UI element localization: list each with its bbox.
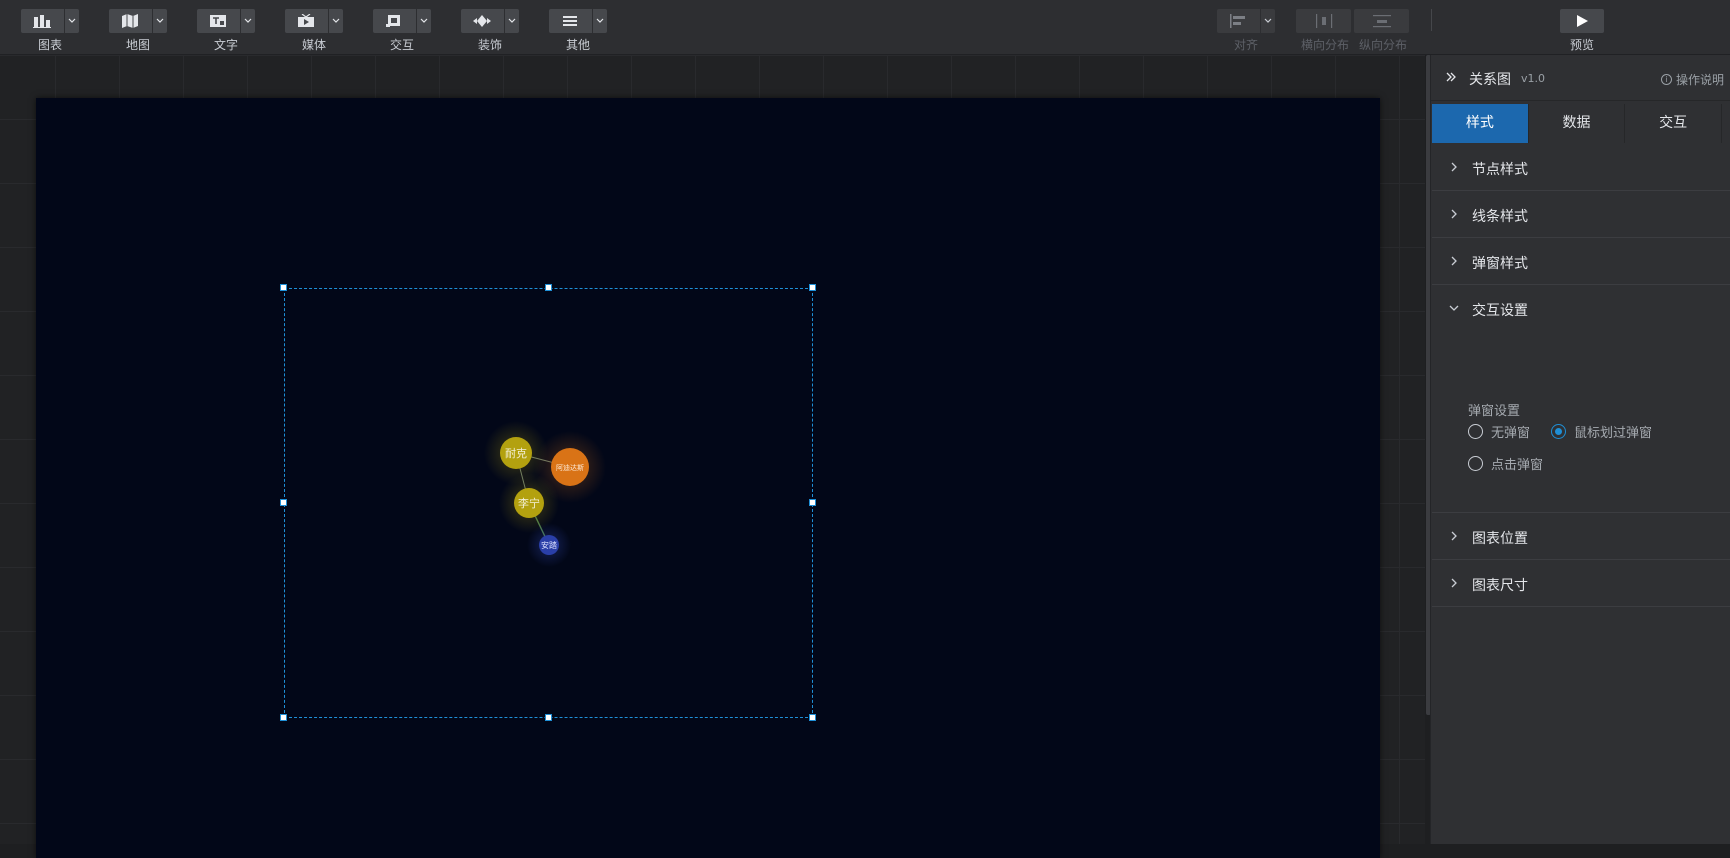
section-popup-style[interactable]: 弹窗样式 [1432, 238, 1730, 285]
chevron-down-icon[interactable] [152, 9, 167, 33]
selection-frame[interactable] [284, 288, 813, 718]
tab-interaction[interactable]: 交互 [1625, 104, 1723, 143]
chevron-down-icon[interactable] [328, 9, 343, 33]
chevron-right-icon [1451, 162, 1457, 172]
distribute-horizontal-icon [1296, 9, 1351, 33]
panel-title: 关系图 [1469, 72, 1511, 88]
chevron-right-icon [1451, 578, 1457, 588]
chevron-down-icon[interactable] [504, 9, 519, 33]
resize-handle-se[interactable] [809, 714, 816, 721]
other-tool-label: 其他 [565, 38, 590, 52]
media-tool[interactable]: 媒体 [285, 9, 343, 53]
preview-label: 预览 [1569, 38, 1594, 52]
interaction-tool-label: 交互 [389, 38, 414, 52]
toolbar-divider [1431, 9, 1432, 31]
decoration-icon [461, 9, 503, 33]
text-tool[interactable]: 文字 [197, 9, 255, 53]
chart-tool-label: 图表 [37, 38, 62, 52]
radio-click-popup[interactable]: 点击弹窗 [1468, 454, 1543, 473]
section-title: 交互设置 [1472, 303, 1528, 319]
radio-no-popup[interactable]: 无弹窗 [1468, 422, 1530, 441]
resize-handle-w[interactable] [280, 499, 287, 506]
preview-button[interactable]: 预览 [1560, 9, 1604, 53]
decoration-tool-label: 装饰 [477, 38, 502, 52]
top-toolbar: 图表 地图 文字 媒体 交互 装饰 其他 对齐 横向分布 纵向分布 预览 [0, 0, 1730, 55]
chevron-down-icon[interactable] [1260, 9, 1275, 33]
decoration-tool[interactable]: 装饰 [461, 9, 519, 53]
tab-data[interactable]: 数据 [1528, 104, 1626, 143]
radio-hover-popup[interactable]: 鼠标划过弹窗 [1551, 422, 1652, 441]
radio-label: 无弹窗 [1491, 426, 1531, 441]
resize-handle-s[interactable] [545, 714, 552, 721]
popup-settings: 弹窗设置 无弹窗 鼠标划过弹窗 点击弹窗 [1432, 385, 1730, 513]
chevron-right-icon [1451, 256, 1457, 266]
tab-style[interactable]: 样式 [1432, 104, 1529, 143]
chevron-down-icon[interactable] [64, 9, 79, 33]
radio-circle [1468, 456, 1483, 471]
radio-circle-checked [1551, 424, 1566, 439]
section-interaction-settings[interactable]: 交互设置 [1432, 285, 1730, 332]
interaction-tool[interactable]: 交互 [373, 9, 431, 53]
align-left-icon [1217, 9, 1259, 33]
section-title: 节点样式 [1472, 162, 1528, 178]
align-tool[interactable]: 对齐 [1217, 9, 1275, 53]
help-link[interactable]: i 操作说明 [1660, 71, 1724, 88]
resize-handle-n[interactable] [545, 284, 552, 291]
text-icon [197, 9, 239, 33]
section-title: 线条样式 [1472, 209, 1528, 225]
property-panel: 关系图 v1.0 i 操作说明 样式 数据 交互 节点样式 线条样式 弹窗样式 … [1430, 55, 1730, 844]
info-icon: i [1660, 74, 1672, 85]
distribute-vertical-tool[interactable]: 纵向分布 [1354, 9, 1409, 53]
play-icon [1560, 9, 1604, 33]
interaction-icon [373, 9, 415, 33]
radio-circle [1468, 424, 1483, 439]
media-icon [285, 9, 327, 33]
chevron-right-icon [1451, 209, 1457, 219]
double-chevron-right-icon[interactable] [1443, 69, 1459, 85]
chevron-right-icon [1451, 531, 1457, 541]
text-tool-label: 文字 [213, 38, 238, 52]
panel-tabs: 样式 数据 交互 [1432, 104, 1723, 143]
section-node-style[interactable]: 节点样式 [1432, 144, 1730, 191]
popup-settings-label: 弹窗设置 [1468, 404, 1521, 419]
chevron-down-icon[interactable] [240, 9, 255, 33]
distribute-horizontal-tool[interactable]: 横向分布 [1296, 9, 1351, 53]
section-title: 图表尺寸 [1472, 578, 1528, 594]
radio-label: 点击弹窗 [1491, 458, 1544, 473]
resize-handle-ne[interactable] [809, 284, 816, 291]
section-title: 弹窗样式 [1472, 256, 1528, 272]
chevron-down-icon[interactable] [592, 9, 607, 33]
radio-label: 鼠标划过弹窗 [1574, 426, 1653, 441]
section-title: 图表位置 [1472, 531, 1528, 547]
panel-header: 关系图 v1.0 i 操作说明 [1431, 55, 1730, 101]
canvas-workspace[interactable]: 耐克 阿迪达斯 李宁 安踏 [0, 55, 1425, 858]
resize-handle-sw[interactable] [280, 714, 287, 721]
align-tool-label: 对齐 [1233, 38, 1258, 52]
section-chart-position[interactable]: 图表位置 [1432, 513, 1730, 560]
other-icon [549, 9, 591, 33]
resize-handle-nw[interactable] [280, 284, 287, 291]
other-tool[interactable]: 其他 [549, 9, 607, 53]
panel-version: v1.0 [1521, 72, 1546, 85]
media-tool-label: 媒体 [301, 38, 326, 52]
map-icon [109, 9, 151, 33]
distribute-vertical-icon [1354, 9, 1409, 33]
help-label: 操作说明 [1675, 73, 1724, 87]
section-line-style[interactable]: 线条样式 [1432, 191, 1730, 238]
map-tool-label: 地图 [125, 38, 150, 52]
map-tool[interactable]: 地图 [109, 9, 167, 53]
section-chart-size[interactable]: 图表尺寸 [1432, 560, 1730, 607]
resize-handle-e[interactable] [809, 499, 816, 506]
chevron-down-icon[interactable] [416, 9, 431, 33]
distribute-vertical-label: 纵向分布 [1358, 38, 1407, 52]
chart-icon [21, 9, 63, 33]
chevron-down-icon [1449, 305, 1459, 311]
chart-tool[interactable]: 图表 [21, 9, 79, 53]
